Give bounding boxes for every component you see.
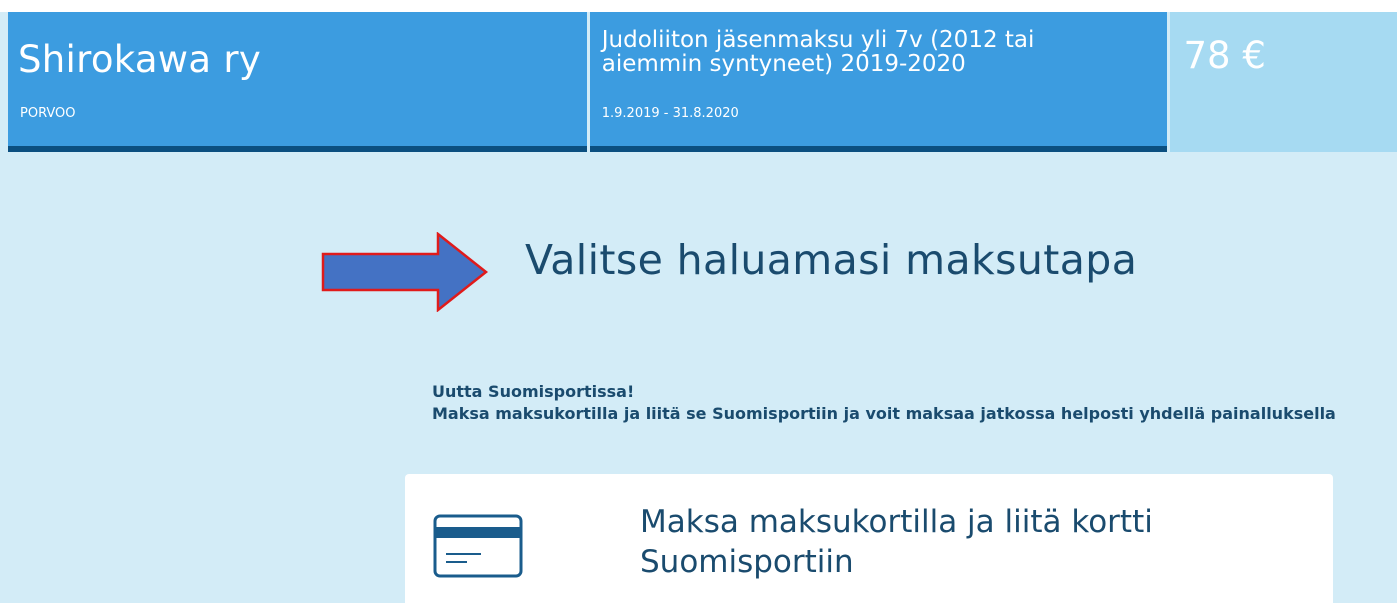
club-city: PORVOO (20, 106, 76, 121)
new-feature-notice: Uutta Suomisportissa! Maksa maksukortill… (432, 381, 1372, 425)
price-value: 78 € (1183, 34, 1266, 77)
page-title: Valitse haluamasi maksutapa (525, 236, 1138, 284)
pay-with-card-label: Maksa maksukortilla ja liitä kortti Suom… (640, 504, 1153, 580)
product-dates: 1.9.2019 - 31.8.2020 (601, 106, 739, 121)
order-header: Shirokawa ry PORVOO Judoliiton jäsenmaks… (8, 12, 1397, 152)
pay-with-card-option[interactable]: Maksa maksukortilla ja liitä kortti Suom… (405, 474, 1333, 603)
notice-text: Maksa maksukortilla ja liitä se Suomispo… (432, 404, 1336, 423)
credit-card-icon (433, 514, 523, 578)
club-name: Shirokawa ry (18, 38, 262, 81)
product-title: Judoliiton jäsenmaksu yli 7v (2012 tai a… (601, 27, 1035, 77)
page: Shirokawa ry PORVOO Judoliiton jäsenmaks… (0, 0, 1397, 603)
product-info: Judoliiton jäsenmaksu yli 7v (2012 tai a… (589, 12, 1167, 152)
club-info: Shirokawa ry PORVOO (8, 12, 587, 152)
arrow-right-icon (321, 232, 489, 312)
top-border (0, 0, 1397, 12)
notice-heading: Uutta Suomisportissa! (432, 382, 635, 401)
price-box: 78 € (1169, 12, 1397, 152)
